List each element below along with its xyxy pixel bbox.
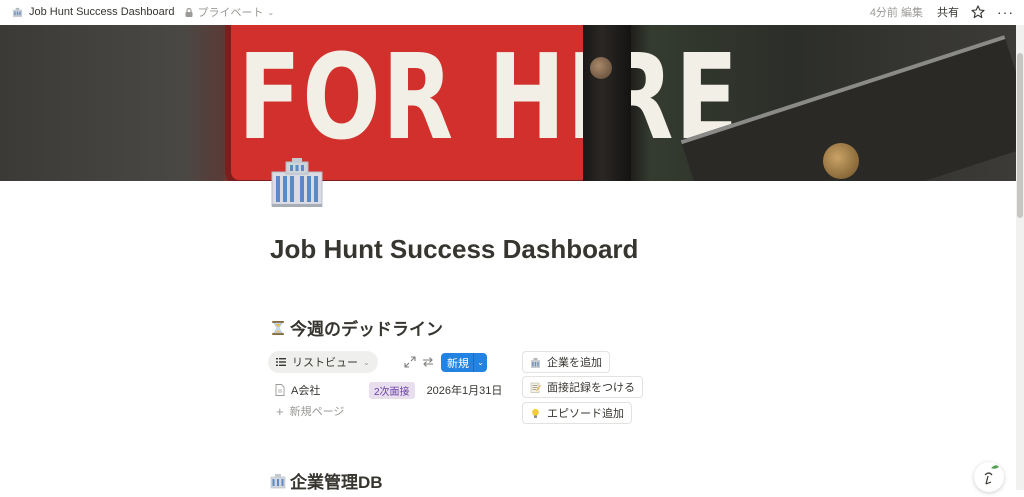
- section-heading-deadlines[interactable]: 今週のデッドライン: [270, 315, 443, 340]
- section-heading-company-db[interactable]: 企業管理DB: [270, 468, 383, 493]
- chevron-down-icon: ⌄: [363, 357, 370, 367]
- privacy-label: プライベート: [197, 7, 264, 19]
- lock-icon: [185, 7, 193, 17]
- interview-log-label: 面接記録をつける: [547, 382, 635, 394]
- stage-tag: 2次面接: [369, 381, 415, 399]
- list-item[interactable]: A会社 2次面接 2026年1月31日: [275, 381, 502, 399]
- page-title[interactable]: Job Hunt Success Dashboard: [270, 234, 638, 265]
- add-new-page-label: 新規ページ: [289, 406, 345, 418]
- add-new-page-button[interactable]: + 新規ページ: [276, 403, 344, 419]
- privacy-selector[interactable]: プライベート ⌄: [198, 4, 275, 20]
- section-heading-label: 企業管理DB: [290, 473, 383, 492]
- add-company-button[interactable]: 企業を追加: [522, 351, 610, 373]
- office-building-icon[interactable]: [270, 158, 324, 208]
- star-icon[interactable]: [971, 5, 985, 19]
- new-button[interactable]: 新規 ⌄: [441, 353, 487, 372]
- assistant-face-icon: [984, 465, 999, 485]
- view-name: リストビュー: [292, 357, 358, 369]
- top-bar: Job Hunt Success Dashboard プライベート ⌄ 4分前 …: [0, 0, 1024, 24]
- scrollbar[interactable]: [1016, 25, 1024, 490]
- office-building-icon: [270, 473, 286, 488]
- cover-post: [583, 25, 631, 181]
- add-episode-button[interactable]: エピソード追加: [522, 402, 632, 424]
- new-button-label: 新規: [447, 357, 469, 370]
- deadline-date: 2026年1月31日: [426, 385, 503, 397]
- scrollbar-thumb[interactable]: [1017, 53, 1023, 218]
- sort-arrows-icon[interactable]: [422, 356, 434, 368]
- section-heading-label: 今週のデッドライン: [290, 320, 443, 339]
- list-item-title[interactable]: A会社: [291, 382, 369, 398]
- breadcrumb-page-title[interactable]: Job Hunt Success Dashboard: [29, 6, 175, 18]
- expand-icon[interactable]: [404, 356, 416, 368]
- assistant-button[interactable]: [974, 462, 1004, 492]
- plus-icon: +: [276, 403, 284, 419]
- cover-bolt: [590, 57, 612, 79]
- cover-sign-text: FOR HIRE: [238, 28, 740, 166]
- cover-image[interactable]: FOR HIRE: [0, 25, 1016, 181]
- office-building-icon: [12, 7, 23, 17]
- hourglass-icon: [272, 320, 284, 335]
- view-selector[interactable]: リストビュー ⌄: [268, 351, 378, 373]
- add-episode-label: エピソード追加: [547, 408, 624, 420]
- lightbulb-icon: [532, 408, 539, 418]
- office-building-icon: [531, 357, 540, 368]
- add-company-label: 企業を追加: [547, 357, 602, 369]
- list-icon: [276, 358, 286, 366]
- interview-log-button[interactable]: 面接記録をつける: [522, 376, 643, 398]
- memo-icon: [530, 382, 541, 393]
- more-options-icon[interactable]: ···: [997, 5, 1014, 19]
- share-button[interactable]: 共有: [937, 4, 959, 20]
- breadcrumb[interactable]: Job Hunt Success Dashboard プライベート ⌄: [0, 4, 274, 20]
- last-edited-label: 4分前 編集: [869, 7, 923, 19]
- chevron-down-icon: ⌄: [267, 7, 275, 17]
- document-icon: [275, 384, 285, 396]
- chevron-down-icon[interactable]: ⌄: [474, 358, 487, 367]
- cover-bolt-large: [823, 143, 859, 179]
